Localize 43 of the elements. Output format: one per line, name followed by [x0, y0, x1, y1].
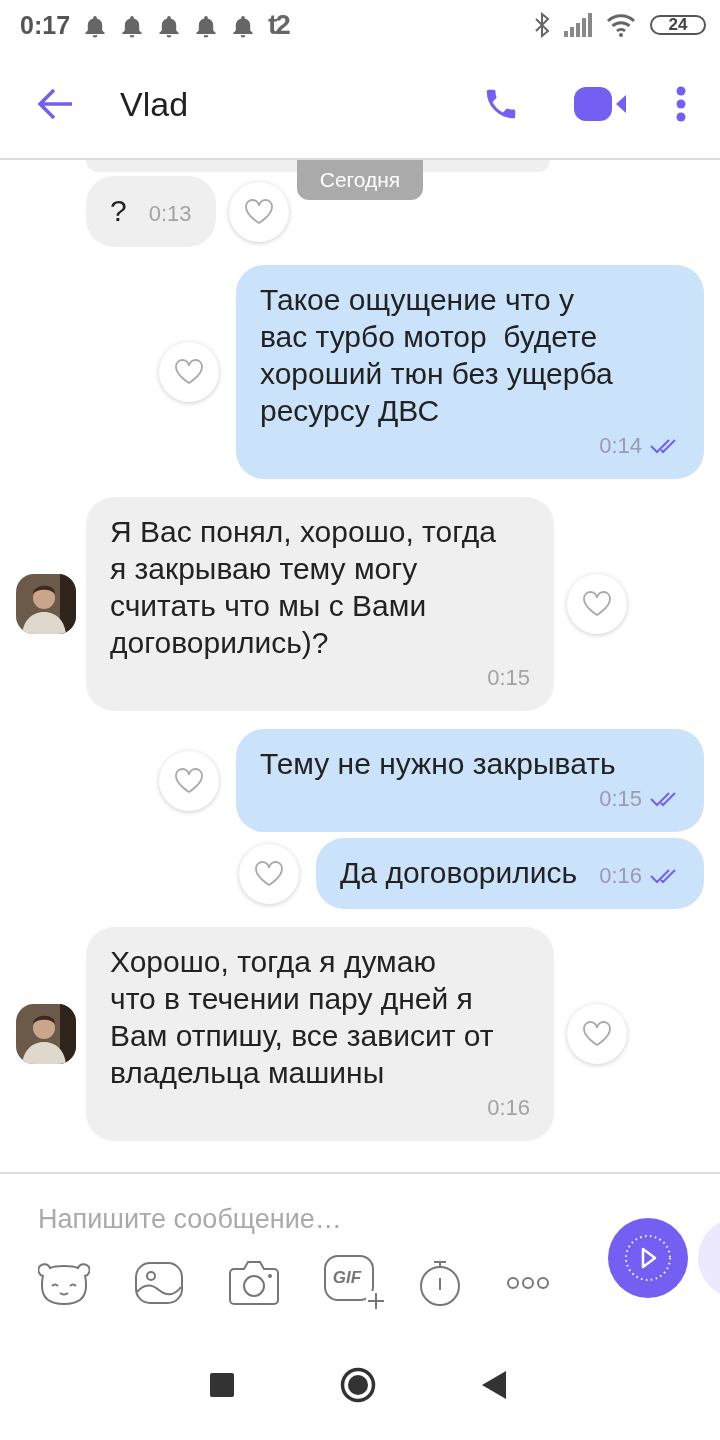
like-button[interactable]	[159, 750, 219, 811]
heart-icon	[582, 1021, 612, 1047]
message-time: 0:16	[487, 1094, 530, 1122]
contact-name: Vlad	[120, 84, 190, 124]
carrier-label: t2	[268, 9, 289, 41]
message-time: 0:16	[599, 862, 642, 890]
gallery-icon[interactable]	[134, 1261, 184, 1305]
message-text: Тему не нужно закрывать	[260, 746, 616, 782]
like-button[interactable]	[159, 342, 219, 402]
message-text: Я Вас понял, хорошо, тогда я закрываю тему могу считать что мы с Вами договорились)?	[110, 514, 497, 661]
video-call-icon[interactable]	[574, 87, 626, 121]
heart-icon	[243, 198, 274, 225]
message-text: Да договорились	[340, 855, 578, 891]
sticker-icon[interactable]	[38, 1260, 90, 1306]
message-text: Хорошо, тогда я думаю что в течении пару дней я Вам отпишу, все зависит от владельца машины	[110, 944, 495, 1091]
battery-icon: 24	[650, 15, 706, 35]
heart-icon	[254, 860, 285, 887]
signal-icon	[564, 13, 592, 37]
like-button[interactable]	[239, 843, 300, 904]
bluetooth-icon	[534, 12, 550, 38]
message-time: 0:15	[487, 664, 530, 692]
timer-icon[interactable]	[418, 1260, 462, 1306]
message-field[interactable]: Напишите сообщение…	[38, 1204, 578, 1235]
heart-icon	[582, 591, 612, 617]
message-time: 0:14	[599, 432, 642, 460]
date-label: Сегодня	[297, 160, 423, 200]
more-icon[interactable]	[676, 86, 686, 122]
wifi-icon	[606, 13, 636, 37]
camera-icon[interactable]	[228, 1260, 280, 1306]
like-button[interactable]	[228, 181, 289, 242]
home-icon[interactable]	[340, 1367, 376, 1403]
play-icon	[623, 1233, 673, 1283]
like-button[interactable]	[567, 1004, 627, 1064]
heart-icon	[174, 767, 204, 794]
more-icon[interactable]	[506, 1276, 550, 1290]
message-text: ?	[110, 193, 127, 229]
heart-icon	[174, 359, 204, 385]
message-time: 0:15	[599, 785, 642, 813]
message-text: Такое ощущение что у вас турбо мотор будете хороший тюн без ущерба ресурсу ДВС	[260, 282, 614, 429]
clock-time: 0:17	[20, 10, 71, 40]
message-time: 0:13	[148, 200, 192, 228]
like-button[interactable]	[567, 574, 627, 634]
back-icon[interactable]	[482, 1371, 506, 1399]
